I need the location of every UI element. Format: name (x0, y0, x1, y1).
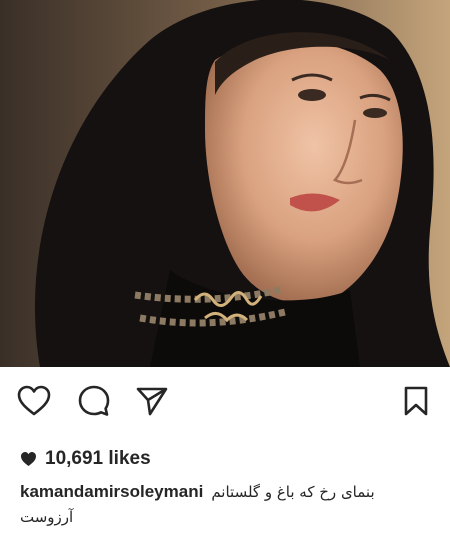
heart-outline-icon (17, 385, 51, 416)
caption: kamandamirsoleymani بنمای رخ که باغ و گل… (20, 480, 435, 504)
likes-count[interactable]: 10,691 likes (20, 447, 151, 471)
instagram-post: 10,691 likes kamandamirsoleymani بنمای ر… (0, 0, 450, 534)
username-link[interactable]: kamandamirsoleymani (20, 482, 203, 502)
comment-icon (78, 385, 110, 416)
share-icon (136, 387, 168, 416)
action-bar (0, 380, 450, 422)
portrait-image (0, 0, 450, 367)
share-button[interactable] (132, 380, 172, 422)
save-button[interactable] (396, 380, 436, 422)
likes-label: 10,691 likes (45, 448, 151, 469)
caption-text: بنمای رخ که باغ و گلستانم (211, 483, 375, 501)
like-button[interactable] (14, 380, 54, 422)
caption-text-continued: آرزوست (20, 508, 74, 526)
bookmark-icon (404, 386, 428, 416)
post-photo[interactable] (0, 0, 450, 367)
comment-button[interactable] (74, 380, 114, 422)
heart-filled-icon (21, 452, 36, 466)
